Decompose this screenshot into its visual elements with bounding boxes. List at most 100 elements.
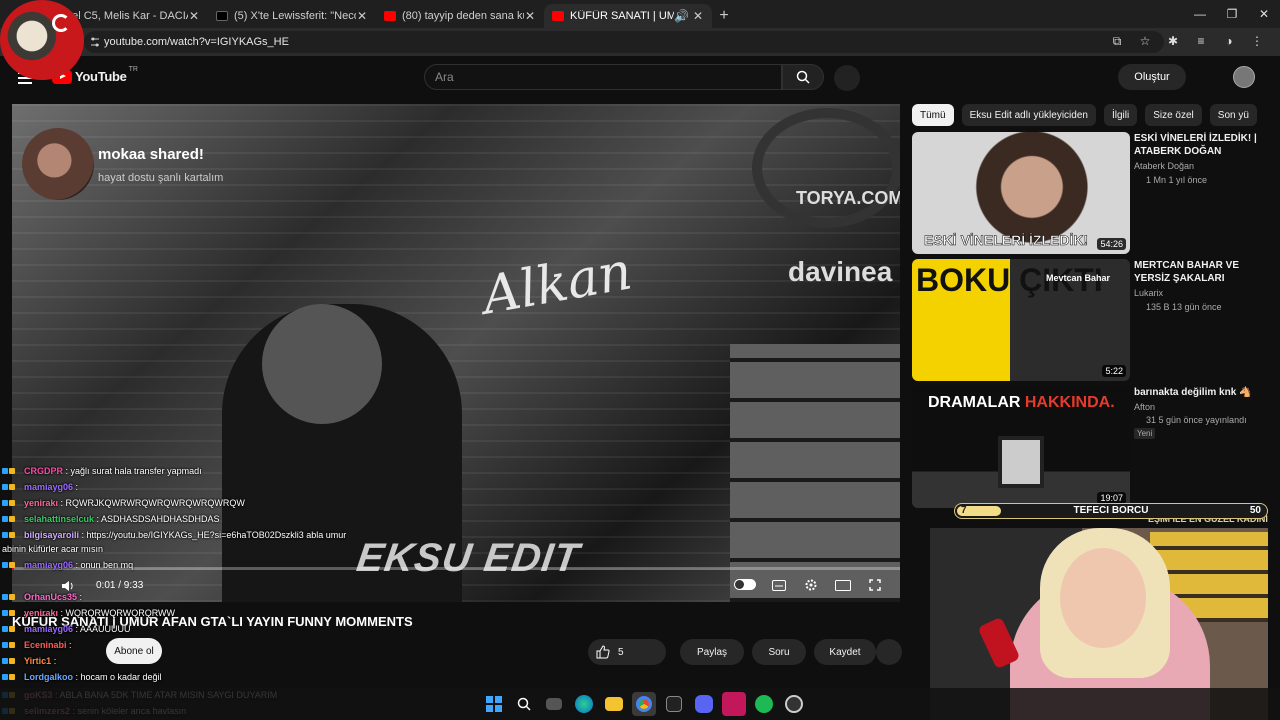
chat-message: mamiayg06 : (2, 482, 78, 492)
extensions-icon[interactable]: ✱ (1164, 32, 1182, 50)
create-button[interactable]: Oluştur (1118, 64, 1186, 90)
recommendation-thumbnail[interactable]: ESKİ VİNELERİ İZLEDİK! 54:26 (912, 132, 1130, 254)
chat-username[interactable]: yenirakı (24, 498, 58, 508)
tab-close-icon[interactable]: ✕ (692, 9, 704, 23)
chat-username[interactable]: yenirakı (24, 608, 58, 618)
chat-username[interactable]: mamiayg06 (24, 482, 73, 492)
recommendation-title[interactable]: barınakta değilim knk 🐴 (1134, 386, 1266, 399)
youtube-favicon-icon (384, 11, 396, 21)
close-window-icon[interactable]: ✕ (1248, 0, 1280, 28)
voice-search-button[interactable] (834, 65, 860, 91)
chat-username[interactable]: Eceninabi (24, 640, 67, 650)
cast-icon[interactable]: ⧉ (1108, 32, 1126, 50)
site-info-icon[interactable] (90, 36, 100, 48)
recommendation-title[interactable]: MERTCAN BAHAR VE YERSİZ ŞAKALARI (1134, 259, 1266, 285)
chat-username[interactable]: OrhanUcs35 (24, 592, 77, 602)
recommendation-item[interactable]: ESKİ VİNELERİ İZLEDİK! 54:26 ESKİ VİNELE… (912, 132, 1272, 254)
windows-start-icon[interactable] (482, 692, 506, 716)
url-field[interactable]: youtube.com/watch?v=IGIYKAGs_HE (84, 31, 1164, 53)
discord-icon[interactable] (695, 695, 713, 713)
chip-recent[interactable]: Son yü (1209, 104, 1257, 126)
recommendation-channel[interactable]: Ataberk Doğan (1134, 161, 1194, 171)
chrome-icon[interactable] (632, 692, 656, 716)
obs-icon[interactable] (785, 695, 803, 713)
settings-gear-icon[interactable] (802, 576, 820, 594)
x-favicon-icon (216, 11, 228, 21)
app-icon[interactable] (722, 692, 746, 716)
task-view-icon[interactable] (546, 698, 562, 710)
subtitles-icon[interactable] (770, 576, 788, 594)
chat-badge-icon (2, 560, 24, 570)
chat-text: : ASDHASDSAHDHASDHDAS (94, 514, 220, 524)
chat-message: yenirakı : RQWRJKQWRWRQWRQWRQWRQWRQW (2, 498, 245, 508)
terminal-icon[interactable] (666, 696, 682, 712)
search-button[interactable] (782, 64, 824, 90)
chip-related[interactable]: İlgili (1103, 104, 1138, 126)
recommendation-channel[interactable]: Afton (1134, 402, 1155, 412)
minecraft-character-image (998, 436, 1044, 488)
theater-mode-icon[interactable] (834, 576, 852, 594)
chat-message: Lordgalkoo : hocam o kadar değil (2, 672, 162, 682)
recommendation-meta: 1 Mn 1 yıl önce (1146, 175, 1208, 185)
speaker-icon[interactable]: 🔊 (674, 9, 689, 23)
tab-close-icon[interactable]: ✕ (356, 9, 368, 23)
windows-taskbar (0, 688, 1280, 720)
search-icon (796, 70, 810, 84)
chip-all[interactable]: Tümü (912, 104, 954, 126)
search-icon[interactable] (512, 692, 536, 716)
file-explorer-icon[interactable] (605, 697, 623, 711)
browser-tab-active[interactable]: KÜFÜR SANATI | UMUR AFA 🔊 ✕ (544, 4, 712, 28)
like-button[interactable]: 5 (588, 639, 666, 665)
chat-username[interactable]: bilgisayaroili (24, 530, 79, 540)
stream-goal-bar: 7 TEFECI BORCU 50 (954, 503, 1268, 519)
thumbnail-name: Mevtcan Bahar (1046, 273, 1111, 283)
new-tab-icon[interactable]: + (712, 4, 736, 28)
thumbs-up-icon (596, 645, 610, 659)
chip-for-you[interactable]: Size özel (1145, 104, 1202, 126)
chat-text: : (73, 482, 79, 492)
account-avatar[interactable] (1233, 66, 1255, 88)
window-controls: — ❐ ✕ (1184, 0, 1280, 28)
tab-close-icon[interactable]: ✕ (524, 9, 536, 23)
chat-username[interactable]: Lordgalkoo (24, 672, 73, 682)
chat-badge-icon (2, 530, 24, 540)
edge-icon[interactable] (575, 695, 593, 713)
video-frame-shelf (730, 344, 900, 602)
chat-text: : (77, 592, 83, 602)
chip-from-uploader[interactable]: Eksu Edit adlı yükleyiciden (961, 104, 1096, 126)
tab-close-icon[interactable]: ✕ (188, 9, 200, 23)
player-right-controls (734, 576, 884, 594)
chat-username[interactable]: CRGDPR (24, 466, 63, 476)
chat-username[interactable]: mamiayg06 (24, 624, 73, 634)
recommendation-thumbnail[interactable]: DRAMALAR HAKKINDA. 19:07 (912, 386, 1130, 508)
browser-tab[interactable]: (80) tayyip deden sana kurban o ✕ (376, 4, 544, 28)
fullscreen-icon[interactable] (866, 576, 884, 594)
ask-button[interactable]: Soru (752, 639, 806, 665)
recommendation-thumbnail[interactable]: BOKU ÇIKTI Mevtcan Bahar 5:22 (912, 259, 1130, 381)
more-actions-button[interactable] (876, 639, 902, 665)
duration-badge: 5:22 (1102, 365, 1126, 377)
kebab-menu-icon[interactable]: ⋮ (1248, 32, 1266, 50)
share-button[interactable]: Paylaş (680, 639, 744, 665)
tab-title: (80) tayyip deden sana kurban o (402, 10, 524, 22)
spotify-icon[interactable] (755, 695, 773, 713)
chat-username[interactable]: Yirtic1 (24, 656, 51, 666)
browser-tab[interactable]: (5) X'te Lewissferit: "Neconun yo ✕ (208, 4, 376, 28)
webcam-person-face (1060, 548, 1146, 648)
save-button[interactable]: Kaydet (814, 639, 876, 665)
recommendation-channel[interactable]: Lukarix (1134, 288, 1163, 298)
search-input[interactable]: Ara (424, 64, 782, 90)
autoplay-toggle[interactable] (734, 579, 756, 590)
profile-icon[interactable]: ◑ (1220, 32, 1238, 50)
chat-message: mamiayg06 : onun ben mq (2, 560, 133, 570)
chat-username[interactable]: selahattinselcuk (24, 514, 94, 524)
bookmark-star-icon[interactable]: ☆ (1136, 32, 1154, 50)
recommendation-title[interactable]: ESKİ VİNELERİ İZLEDİK! | ATABERK DOĞAN (1134, 132, 1266, 158)
maximize-icon[interactable]: ❐ (1216, 0, 1248, 28)
crescent-icon (52, 14, 70, 32)
minimize-icon[interactable]: — (1184, 0, 1216, 28)
recommendation-item[interactable]: BOKU ÇIKTI Mevtcan Bahar 5:22 MERTCAN BA… (912, 259, 1272, 381)
media-control-icon[interactable]: ≡ (1192, 32, 1210, 50)
recommendation-item[interactable]: DRAMALAR HAKKINDA. 19:07 barınakta değil… (912, 386, 1272, 508)
chat-username[interactable]: mamiayg06 (24, 560, 73, 570)
